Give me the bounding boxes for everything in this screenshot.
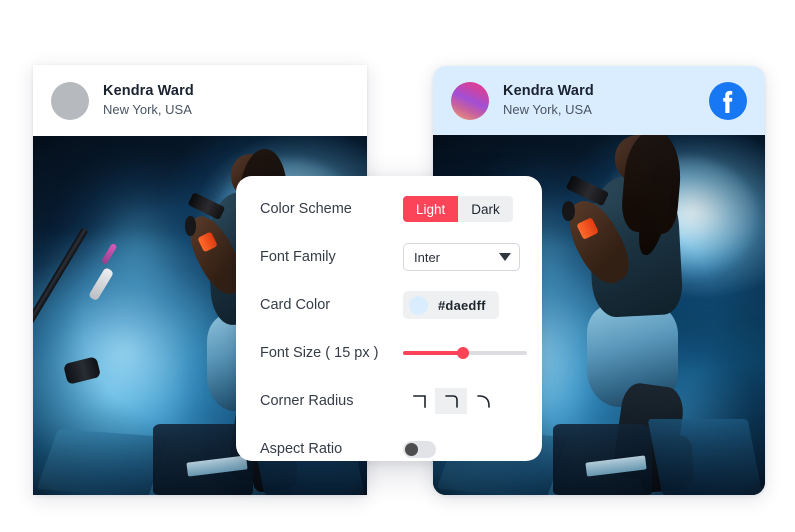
card-color-value: #daedff xyxy=(438,297,486,313)
large-radius-corner-icon[interactable] xyxy=(467,388,499,414)
card-header: Kendra Ward New York, USA xyxy=(33,65,367,136)
card-color-label: Card Color xyxy=(260,297,331,313)
color-scheme-segmented-control[interactable]: Light Dark xyxy=(403,196,513,222)
card-identity: Kendra Ward New York, USA xyxy=(103,82,194,119)
small-radius-corner-icon[interactable] xyxy=(435,388,467,414)
font-size-slider[interactable] xyxy=(403,346,527,360)
aspect-ratio-toggle[interactable] xyxy=(403,440,436,458)
setting-row-corner-radius: Corner Radius xyxy=(260,377,518,425)
preview-stage: Kendra Ward New York, USA Kendra Ward Ne… xyxy=(0,0,795,532)
setting-row-color-scheme: Color Scheme Light Dark xyxy=(260,185,518,233)
font-family-select[interactable]: Inter xyxy=(403,243,520,271)
corner-radius-group[interactable] xyxy=(403,388,499,414)
toggle-knob xyxy=(405,442,418,456)
font-family-value: Inter xyxy=(414,249,441,265)
card-color-picker[interactable]: #daedff xyxy=(403,291,499,319)
setting-row-card-color: Card Color #daedff xyxy=(260,281,518,329)
font-size-label: Font Size ( 15 px ) xyxy=(260,345,379,361)
chevron-down-icon xyxy=(499,253,511,261)
facebook-icon[interactable] xyxy=(709,81,747,120)
slider-thumb[interactable] xyxy=(456,347,469,359)
card-header: Kendra Ward New York, USA xyxy=(433,66,765,135)
corner-radius-label: Corner Radius xyxy=(260,393,354,409)
slider-fill xyxy=(403,351,463,355)
aspect-ratio-label: Aspect Ratio xyxy=(260,441,343,457)
setting-row-font-size: Font Size ( 15 px ) xyxy=(260,329,527,377)
card-user-name: Kendra Ward xyxy=(503,82,594,99)
color-scheme-option-light[interactable]: Light xyxy=(403,196,459,222)
card-user-name: Kendra Ward xyxy=(103,82,194,99)
card-user-location: New York, USA xyxy=(103,102,192,118)
avatar-gradient-icon xyxy=(451,81,489,120)
card-user-location: New York, USA xyxy=(503,102,592,118)
sharp-corner-icon[interactable] xyxy=(403,388,435,414)
color-swatch-icon xyxy=(409,295,428,315)
color-scheme-option-dark[interactable]: Dark xyxy=(458,196,513,222)
card-identity: Kendra Ward New York, USA xyxy=(503,82,594,119)
setting-row-aspect-ratio: Aspect Ratio xyxy=(260,425,518,473)
setting-row-font-family: Font Family Inter xyxy=(260,233,520,281)
color-scheme-label: Color Scheme xyxy=(260,201,352,217)
avatar-placeholder-icon xyxy=(51,81,89,120)
font-family-label: Font Family xyxy=(260,249,336,265)
settings-panel: Color Scheme Light Dark Font Family Inte… xyxy=(236,176,542,461)
